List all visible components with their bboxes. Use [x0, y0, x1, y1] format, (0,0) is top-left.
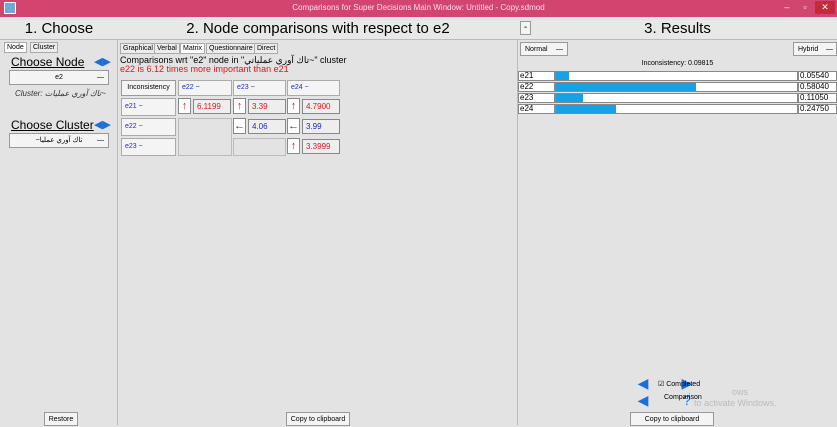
column-header-e24[interactable]: e24 ~: [287, 80, 340, 96]
result-row: e22 0.58040: [518, 82, 837, 92]
row-header-e22[interactable]: e22 ~: [121, 118, 176, 136]
result-row: e21 0.05540: [518, 71, 837, 81]
close-button[interactable]: ✕: [815, 1, 835, 14]
result-bar-track: [555, 104, 798, 114]
column-header-e23[interactable]: e23 ~: [233, 80, 286, 96]
row-header-e23[interactable]: e23 ~: [121, 138, 176, 156]
panel-heading-comparisons: 2. Node comparisons with respect to e2: [118, 20, 518, 40]
minimize-button[interactable]: –: [779, 1, 795, 14]
panel-heading-choose: 1. Choose: [0, 20, 118, 40]
results-table: e21 0.05540 e22 0.58040 e23 0.11050 e24 0.24750: [518, 71, 837, 115]
restore-button[interactable]: Restore: [44, 412, 78, 426]
tab-questionnaire[interactable]: Questionnaire: [206, 43, 256, 54]
arrow-right-icon[interactable]: ▶: [102, 56, 110, 68]
checkbox-icon[interactable]: ☑: [658, 381, 664, 388]
arrow-left-icon[interactable]: ←: [287, 118, 300, 134]
watermark-text: ows: [732, 387, 749, 397]
arrow-right-icon[interactable]: ▶: [102, 119, 110, 131]
result-value: 0.11050: [798, 93, 837, 103]
dropdown-icon: —: [556, 46, 563, 53]
result-name: e24: [518, 104, 555, 114]
arrow-up-icon[interactable]: ↑: [233, 98, 246, 114]
completed-comparison-checkbox[interactable]: ☑ Completed: [658, 380, 700, 388]
result-name: e21: [518, 71, 555, 81]
column-header-e22[interactable]: e22 ~: [178, 80, 232, 96]
completed-label: Completed: [666, 381, 701, 388]
result-bar: [556, 83, 696, 91]
node-nav-arrows[interactable]: ◀▶: [94, 55, 111, 68]
row-header-e21[interactable]: e21 ~: [121, 98, 176, 116]
comparison-value-input[interactable]: 4.7900: [302, 99, 340, 114]
inconsistency-text: Inconsistency: 0.09815: [641, 60, 714, 67]
window-title: Comparisons for Super Decisions Main Win…: [292, 3, 545, 12]
arrow-left-icon[interactable]: ◀: [636, 393, 650, 407]
comparison-value-input[interactable]: 4.06: [248, 119, 286, 134]
tab-node[interactable]: Node: [4, 42, 27, 53]
arrow-up-icon[interactable]: ↑: [287, 98, 300, 114]
choose-cluster-heading: Choose Cluster: [11, 118, 94, 132]
result-bar-track: [555, 93, 798, 103]
dropdown-icon: —: [826, 46, 833, 53]
tab-graphical[interactable]: Graphical: [120, 43, 156, 54]
dropdown-icon: —: [97, 137, 104, 144]
dropdown-icon: —: [97, 74, 104, 81]
result-bar: [556, 72, 569, 80]
cluster-select[interactable]: ~تاك آوري عمليا —: [9, 133, 109, 148]
results-panel: - Normal — Hybrid — Inconsistency: 0.09815…: [518, 21, 837, 426]
arrow-up-icon[interactable]: ↑: [178, 98, 191, 114]
choose-panel: Node Cluster Choose Node ◀▶ e2 — Cluster…: [0, 40, 118, 426]
result-value: 0.24750: [798, 104, 837, 114]
node-select[interactable]: e2 —: [9, 70, 109, 85]
normal-select[interactable]: Normal —: [520, 42, 568, 56]
watermark-text: to activate Windows.: [694, 398, 777, 408]
cluster-caption: Cluster: تاك آوري عمليات~: [15, 89, 106, 98]
cluster-nav-arrows[interactable]: ◀▶: [94, 118, 111, 131]
result-row: e23 0.11050: [518, 93, 837, 103]
copy-to-clipboard-button[interactable]: Copy to clipboard: [630, 412, 714, 426]
result-bar-track: [555, 82, 798, 92]
inconsistency-button[interactable]: Inconsistency: [121, 80, 176, 96]
copy-to-clipboard-button[interactable]: Copy to clipboard: [286, 412, 350, 426]
comparison-value-input[interactable]: 6.1199: [193, 99, 231, 114]
matrix-blank-cell: [178, 118, 232, 156]
result-name: e23: [518, 93, 555, 103]
panel-heading-results: 3. Results: [518, 20, 837, 40]
choose-node-heading: Choose Node: [11, 55, 85, 69]
result-row: e24 0.24750: [518, 104, 837, 114]
tab-cluster[interactable]: Cluster: [30, 42, 59, 53]
result-bar: [556, 94, 583, 102]
collapse-button[interactable]: -: [520, 21, 531, 35]
maximize-button[interactable]: ▫: [797, 1, 813, 14]
result-value: 0.05540: [798, 71, 837, 81]
result-bar: [556, 105, 616, 113]
comparison-value-input[interactable]: 3.39: [248, 99, 286, 114]
matrix-blank-cell: [233, 138, 286, 156]
arrow-left-icon[interactable]: ←: [233, 118, 246, 134]
comparison-statement: e22 is 6.12 times more important than e2…: [120, 64, 289, 74]
statement-text: e22 is 6.12 times more important than e2…: [120, 64, 289, 74]
comparison-value-input[interactable]: 3.99: [302, 119, 340, 134]
result-value: 0.58040: [798, 82, 837, 92]
result-bar-track: [555, 71, 798, 81]
tab-matrix[interactable]: Matrix: [180, 43, 206, 54]
comparisons-panel: Graphical Verbal Matrix Questionnaire Di…: [118, 40, 518, 426]
comparison-value-input[interactable]: 3.3999: [302, 139, 340, 154]
tab-verbal[interactable]: Verbal: [154, 43, 180, 54]
result-name: e22: [518, 82, 555, 92]
tab-direct[interactable]: Direct: [254, 43, 279, 54]
arrow-up-icon[interactable]: ↑: [287, 138, 300, 154]
hybrid-select[interactable]: Hybrid —: [793, 42, 837, 56]
arrow-left-icon[interactable]: ◀: [636, 376, 650, 390]
title-bar: Comparisons for Super Decisions Main Win…: [0, 0, 837, 17]
